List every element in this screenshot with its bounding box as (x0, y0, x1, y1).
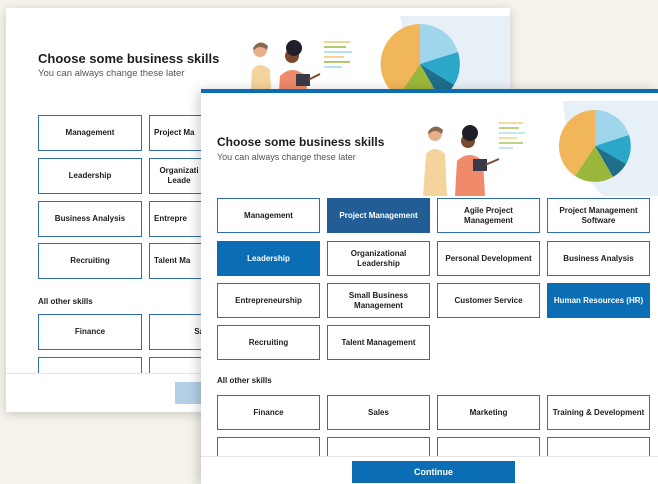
back-skill-chip[interactable]: Organizati Leade (149, 158, 209, 194)
other-skill-chip[interactable]: Finance (217, 395, 320, 430)
skill-chip[interactable]: Agile Project Management (437, 198, 540, 233)
back-other-skill-chip[interactable]: Sa (149, 314, 209, 350)
skill-chip[interactable]: Management (217, 198, 320, 233)
skill-chip[interactable]: Entrepreneurship (217, 283, 320, 318)
skill-chip[interactable]: Project Management (327, 198, 430, 233)
skills-dialog: Choose some business skills You can alwa… (201, 89, 658, 484)
other-skills-label: All other skills (217, 376, 272, 385)
skill-chip[interactable]: Organizational Leadership (327, 241, 430, 276)
back-skill-chip[interactable]: Project Ma (149, 115, 209, 151)
other-skill-chip[interactable]: Sales (327, 395, 430, 430)
dialog-title: Choose some business skills (217, 135, 385, 149)
dialog-subtitle: You can always change these later (217, 152, 356, 162)
people-chart-illustration (423, 101, 658, 196)
skill-chip[interactable]: Personal Development (437, 241, 540, 276)
continue-button[interactable]: Continue (352, 461, 515, 483)
skill-chip[interactable]: Leadership (217, 241, 320, 276)
other-skill-chip[interactable]: Marketing (437, 395, 540, 430)
back-other-skill-chip[interactable]: Finance (38, 314, 142, 350)
back-skill-chip[interactable]: Talent Ma (149, 243, 209, 279)
back-skill-chip[interactable]: Entrepre (149, 201, 209, 237)
skill-chip[interactable]: Talent Management (327, 325, 430, 360)
skill-chip[interactable]: Business Analysis (547, 241, 650, 276)
skill-chip[interactable]: Human Resources (HR) (547, 283, 650, 318)
dialog-footer: Continue (201, 456, 658, 484)
back-skill-chip[interactable]: Management (38, 115, 142, 151)
skill-chip[interactable]: Recruiting (217, 325, 320, 360)
back-skill-chip[interactable]: Recruiting (38, 243, 142, 279)
back-dialog-title: Choose some business skills (38, 51, 220, 66)
back-skill-chip[interactable]: Business Analysis (38, 201, 142, 237)
skill-chip[interactable]: Customer Service (437, 283, 540, 318)
skill-chip[interactable]: Small Business Management (327, 283, 430, 318)
back-other-skills-label: All other skills (38, 297, 93, 306)
back-skill-chip[interactable]: Leadership (38, 158, 142, 194)
other-skill-chip[interactable]: Training & Development (547, 395, 650, 430)
skill-chip[interactable]: Project Management Software (547, 198, 650, 233)
back-dialog-subtitle: You can always change these later (38, 68, 185, 79)
